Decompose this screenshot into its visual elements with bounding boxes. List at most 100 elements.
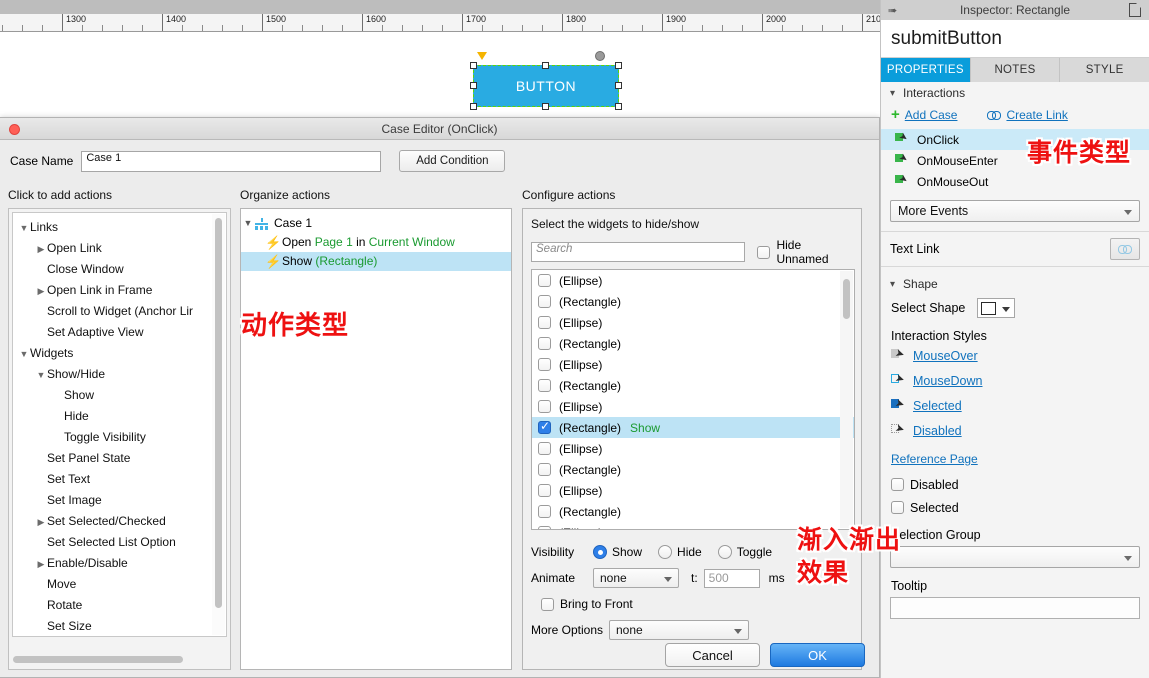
twisty-open-icon[interactable]: ▼ <box>241 214 255 233</box>
widget-row-checkbox[interactable] <box>538 379 551 392</box>
actions-tree-vscroll-thumb[interactable] <box>215 218 222 608</box>
create-link-link[interactable]: Create Link <box>1006 108 1067 122</box>
widget-row-checkbox[interactable] <box>538 274 551 287</box>
reference-page-link[interactable]: Reference Page <box>891 452 978 466</box>
dialog-titlebar[interactable]: Case Editor (OnClick) <box>0 118 879 140</box>
select-shape-dropdown[interactable] <box>977 298 1016 318</box>
hide-unnamed-checkbox[interactable]: Hide Unnamed <box>757 238 853 266</box>
widget-row-checkbox[interactable] <box>538 358 551 371</box>
resize-handle-top-right[interactable] <box>615 62 622 69</box>
visibility-radio-toggle[interactable]: Toggle <box>717 545 772 559</box>
resize-handle-top-center[interactable] <box>542 62 549 69</box>
organize-action-row[interactable]: ⚡ Show (Rectangle) <box>241 252 511 271</box>
widget-list-row[interactable]: (Ellipse) <box>532 270 854 291</box>
visibility-radio-show[interactable]: Show <box>593 545 642 559</box>
widget-list-row[interactable]: (Ellipse) <box>532 438 854 459</box>
widget-rows-container[interactable]: (Ellipse) (Rectangle) (Ellipse) (Rectangle)… <box>532 270 854 529</box>
action-tree-item[interactable]: ▼ Links <box>13 217 226 238</box>
action-tree-item[interactable]: Show <box>13 385 226 406</box>
style-link-disabled[interactable]: Disabled <box>913 424 962 438</box>
bring-to-front-row[interactable]: Bring to Front <box>531 591 855 617</box>
widget-list-vscrollbar[interactable] <box>840 271 853 528</box>
selection-group-select[interactable] <box>890 546 1140 568</box>
widget-list-row[interactable]: (Rectangle) <box>532 501 854 522</box>
close-icon[interactable] <box>9 124 20 135</box>
add-case-link[interactable]: Add Case <box>905 108 958 122</box>
text-link-button[interactable] <box>1110 238 1140 260</box>
widget-list-row[interactable]: (Rectangle) Show <box>532 417 854 438</box>
actions-tree-hscrollbar[interactable] <box>13 654 226 665</box>
widget-list-row[interactable]: (Ellipse) <box>532 354 854 375</box>
page-icon[interactable] <box>1129 3 1141 17</box>
twisty-closed-icon[interactable]: ▶ <box>35 239 47 259</box>
bring-to-front-checkbox[interactable] <box>541 597 554 611</box>
twisty-open-icon[interactable]: ▼ <box>35 365 47 385</box>
horizontal-ruler[interactable]: 1300 1400 1500 1600 1700 1800 1900 2000 2100 <box>0 14 880 32</box>
animate-duration-input[interactable]: 500 <box>703 568 760 588</box>
action-tree-item[interactable]: Close Window <box>13 259 226 280</box>
rotate-handle-icon[interactable] <box>595 51 605 61</box>
style-row-mousedown[interactable]: ➤ MouseDown <box>881 368 1149 393</box>
widget-row-checkbox[interactable] <box>538 419 551 434</box>
style-link-selected[interactable]: Selected <box>913 399 962 413</box>
twisty-closed-icon[interactable]: ▶ <box>35 512 47 532</box>
action-tree-item[interactable]: Set Image <box>13 490 226 511</box>
widget-select-list[interactable]: (Ellipse) (Rectangle) (Ellipse) (Rectangle)… <box>531 269 855 530</box>
style-row-selected[interactable]: ➤ Selected <box>881 393 1149 418</box>
actions-tree-hscroll-thumb[interactable] <box>13 656 183 663</box>
visibility-radio-toggle-dot[interactable] <box>717 545 732 559</box>
style-row-mouseover[interactable]: ➤ MouseOver <box>881 343 1149 368</box>
organize-actions-panel[interactable]: ▼ Case 1 ⚡ Open Page 1 in Current Window ⚡ Sh… <box>240 208 512 670</box>
disabled-checkbox-row[interactable]: Disabled <box>881 473 1149 496</box>
selected-checkbox-row[interactable]: Selected <box>881 496 1149 519</box>
button-widget[interactable]: BUTTON <box>470 62 622 110</box>
organize-case-row[interactable]: ▼ Case 1 <box>241 214 511 233</box>
tab-notes[interactable]: NOTES <box>970 58 1061 82</box>
widget-row-checkbox[interactable] <box>538 526 551 529</box>
action-tree-item[interactable]: Set Size <box>13 616 226 636</box>
twisty-closed-icon[interactable]: ▶ <box>35 554 47 574</box>
widget-row-checkbox[interactable] <box>538 337 551 350</box>
style-row-disabled[interactable]: ➤ Disabled <box>881 418 1149 443</box>
resize-handle-bottom-center[interactable] <box>542 103 549 110</box>
disabled-checkbox[interactable] <box>891 478 904 491</box>
widget-list-vscroll-thumb[interactable] <box>843 279 850 319</box>
tab-properties[interactable]: PROPERTIES <box>881 58 971 82</box>
resize-handle-bottom-left[interactable] <box>470 103 477 110</box>
case-name-input[interactable]: Case 1 <box>81 150 382 172</box>
widget-list-row[interactable]: (Rectangle) <box>532 291 854 312</box>
tab-style[interactable]: STYLE <box>1060 58 1149 82</box>
action-tree-item[interactable]: Scroll to Widget (Anchor Lir <box>13 301 226 322</box>
collapse-arrow-icon[interactable]: ➠ <box>888 4 897 17</box>
action-tree-item[interactable]: ▼ Show/Hide <box>13 364 226 385</box>
widget-row-checkbox[interactable] <box>538 442 551 455</box>
widget-row-checkbox[interactable] <box>538 463 551 476</box>
widget-row-checkbox[interactable] <box>538 484 551 497</box>
twisty-closed-icon[interactable]: ▶ <box>35 281 47 301</box>
animate-select[interactable]: none <box>593 568 679 588</box>
resize-handle-middle-right[interactable] <box>615 82 622 89</box>
selected-widget-group[interactable]: BUTTON <box>470 51 622 110</box>
action-tree-item[interactable]: Set Adaptive View <box>13 322 226 343</box>
twisty-open-icon[interactable]: ▼ <box>18 344 30 364</box>
more-events-select[interactable]: More Events <box>890 200 1140 222</box>
interactions-section-header[interactable]: ▾ Interactions <box>881 82 1149 104</box>
action-tree-item[interactable]: Set Panel State <box>13 448 226 469</box>
visibility-radio-show-dot[interactable] <box>593 545 607 559</box>
widget-row-checkbox[interactable] <box>538 316 551 329</box>
resize-handle-bottom-right[interactable] <box>615 103 622 110</box>
tooltip-input[interactable] <box>890 597 1140 619</box>
visibility-radio-hide[interactable]: Hide <box>658 545 702 559</box>
hide-unnamed-checkbox-box[interactable] <box>757 245 771 259</box>
style-link-mousedown[interactable]: MouseDown <box>913 374 982 388</box>
organize-action-row[interactable]: ⚡ Open Page 1 in Current Window <box>241 233 511 252</box>
search-input[interactable]: Search <box>531 242 746 262</box>
resize-handle-middle-left[interactable] <box>470 82 477 89</box>
widget-list-row[interactable]: (Ellipse) <box>532 312 854 333</box>
actions-tree-list[interactable]: ▼ Links ▶ Open Link Close Window ▶ Open Link i… <box>13 213 226 636</box>
inspector-tabs[interactable]: PROPERTIES NOTES STYLE <box>881 58 1149 82</box>
widget-list-row[interactable]: (Rectangle) <box>532 375 854 396</box>
action-tree-item[interactable]: Rotate <box>13 595 226 616</box>
action-tree-item[interactable]: ▼ Widgets <box>13 343 226 364</box>
action-tree-item[interactable]: Set Selected List Option <box>13 532 226 553</box>
